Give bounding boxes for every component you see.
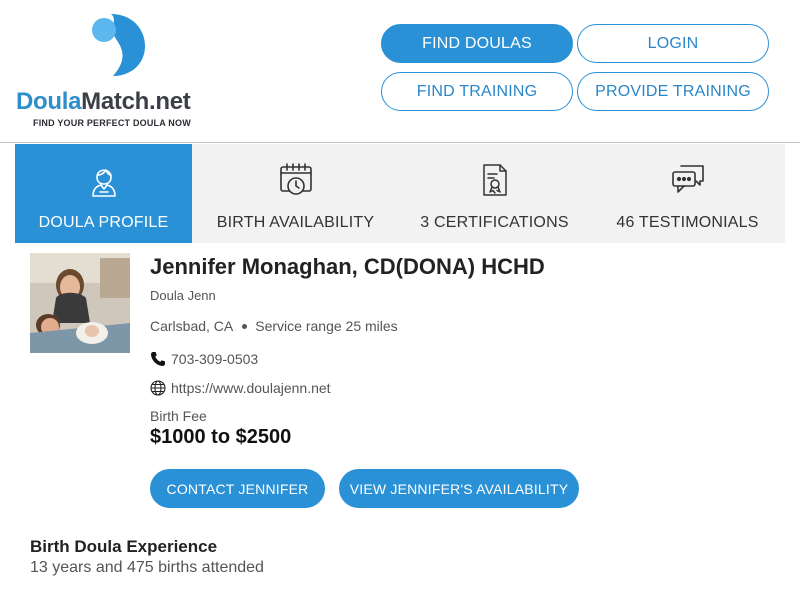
experience-text: 13 years and 475 births attended bbox=[30, 559, 264, 576]
view-availability-button[interactable]: VIEW JENNIFER'S AVAILABILITY bbox=[339, 469, 579, 508]
phone-row: 703-309-0503 bbox=[150, 351, 258, 367]
doula-nickname: Doula Jenn bbox=[150, 288, 216, 303]
tab-doula-profile[interactable]: DOULA PROFILE bbox=[15, 144, 192, 243]
chat-bubbles-icon bbox=[671, 165, 704, 193]
doula-name: Jennifer Monaghan, CD(DONA) HCHD bbox=[150, 254, 545, 279]
experience-heading: Birth Doula Experience bbox=[30, 537, 218, 556]
globe-icon bbox=[150, 380, 166, 396]
doula-location: Carlsbad, CA Service range 25 miles bbox=[150, 318, 398, 334]
find-training-button[interactable]: FIND TRAINING bbox=[381, 72, 573, 111]
phone-icon bbox=[151, 352, 165, 366]
certificate-icon bbox=[482, 164, 507, 196]
birth-fee-value: $1000 to $2500 bbox=[150, 426, 292, 448]
tab-label: 46 TESTIMONIALS bbox=[616, 214, 759, 231]
separator-dot bbox=[242, 323, 248, 329]
doula-profile-photo bbox=[30, 253, 130, 353]
logo-tagline: FIND YOUR PERFECT DOULA NOW bbox=[33, 118, 191, 128]
login-button[interactable]: LOGIN bbox=[577, 24, 769, 63]
city-text: Carlsbad, CA bbox=[150, 318, 234, 334]
doula-person-icon bbox=[91, 169, 116, 197]
profile-tabs: DOULA PROFILE BIRTH AVAILABILITY 3 CERTI… bbox=[15, 144, 785, 243]
tab-certifications[interactable]: 3 CERTIFICATIONS bbox=[399, 144, 590, 243]
service-range-text: Service range 25 miles bbox=[255, 318, 398, 334]
tab-birth-availability[interactable]: BIRTH AVAILABILITY bbox=[204, 144, 387, 243]
tab-testimonials[interactable]: 46 TESTIMONIALS bbox=[590, 144, 785, 243]
calendar-clock-icon bbox=[279, 163, 312, 195]
website-row: https://www.doulajenn.net bbox=[150, 380, 331, 396]
phone-link[interactable]: 703-309-0503 bbox=[171, 351, 258, 367]
contact-button[interactable]: CONTACT JENNIFER bbox=[150, 469, 325, 508]
logo-mark-icon bbox=[92, 14, 145, 76]
tab-label: DOULA PROFILE bbox=[38, 214, 169, 231]
site-header: DoulaMatch.net FIND YOUR PERFECT DOULA N… bbox=[0, 0, 800, 143]
tab-label: BIRTH AVAILABILITY bbox=[216, 214, 375, 231]
birth-fee-label: Birth Fee bbox=[150, 408, 207, 424]
provide-training-button[interactable]: PROVIDE TRAINING bbox=[577, 72, 769, 111]
tab-label: 3 CERTIFICATIONS bbox=[420, 214, 569, 231]
find-doulas-button[interactable]: FIND DOULAS bbox=[381, 24, 573, 63]
logo-wordmark: DoulaMatch.net bbox=[16, 88, 191, 115]
site-logo[interactable]: DoulaMatch.net FIND YOUR PERFECT DOULA N… bbox=[16, 12, 226, 132]
website-link[interactable]: https://www.doulajenn.net bbox=[171, 380, 331, 396]
